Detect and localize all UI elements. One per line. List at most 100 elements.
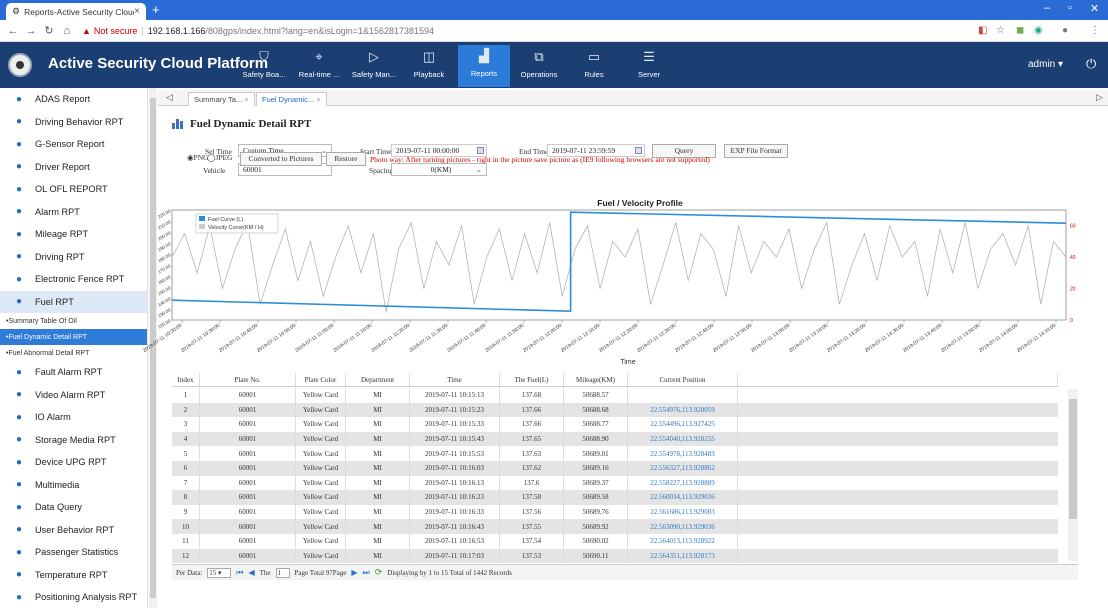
close-tab-icon[interactable]: ×	[134, 6, 140, 17]
home-icon[interactable]: ⌂	[60, 25, 74, 37]
table-scrollbar[interactable]	[1068, 389, 1078, 561]
tabs-next-icon[interactable]: ▷	[1096, 92, 1103, 103]
table-cell: Yellow Card	[296, 402, 346, 418]
table-row[interactable]: 5 60001 Yellow Card MI 2019-07-11 10:15:53 13…	[172, 446, 1058, 461]
table-row[interactable]: 3 60001 Yellow Card MI 2019-07-11 10:15:33 13…	[172, 417, 1058, 432]
minimize-icon[interactable]: –	[1044, 2, 1050, 14]
jpeg-radio[interactable]: ◯JPEG	[207, 153, 233, 162]
sidebar-item[interactable]: ● Driving Behavior RPT	[0, 111, 147, 134]
table-row[interactable]: 2 60001 Yellow Card MI 2019-07-11 10:15:23 13…	[172, 402, 1058, 418]
tab-summary[interactable]: Summary Ta... ×	[188, 92, 255, 106]
nav-real-time[interactable]: ⌖ Real-time ...	[293, 46, 345, 79]
first-page-icon[interactable]: ⏮	[236, 568, 243, 578]
sidebar-item[interactable]: ● Driver Report	[0, 156, 147, 179]
sidebar-item[interactable]: ● G-Sensor Report	[0, 133, 147, 156]
sidebar-item[interactable]: ● IO Alarm	[0, 406, 147, 429]
png-radio[interactable]: ◉PNG	[187, 153, 209, 162]
table-cell: 137.62	[500, 461, 564, 476]
position-link[interactable]: 22.556327,113.928862	[628, 461, 738, 476]
calendar-icon[interactable]	[635, 147, 642, 154]
shield-icon: ⛉	[259, 49, 269, 64]
table-row[interactable]: 9 60001 Yellow Card MI 2019-07-11 10:16:33 13…	[172, 504, 1058, 520]
forward-icon[interactable]: →	[24, 25, 38, 37]
nav-reports[interactable]: ▟ Reports	[458, 45, 510, 87]
column-header[interactable]: Plate No.	[200, 373, 296, 386]
refresh-icon[interactable]: ⟳	[375, 567, 383, 578]
tab-fuel-dynamic[interactable]: Fuel Dynamic... ×	[256, 92, 327, 106]
sidebar-item[interactable]: ● Positioning Analysis RPT	[0, 586, 147, 608]
menu-icon[interactable]: ⋮	[1090, 25, 1100, 36]
position-link[interactable]: 22.564013,113.928922	[628, 534, 738, 549]
restore-button[interactable]: Restore	[326, 152, 366, 166]
table-row[interactable]: 12 60001 Yellow Card MI 2019-07-11 10:17:03 1…	[172, 548, 1058, 564]
nav-rules[interactable]: ▭ Rules	[568, 46, 620, 79]
column-header[interactable]: Current Position	[628, 373, 738, 386]
column-header[interactable]: Mileage(KM)	[564, 373, 628, 386]
profile-icon[interactable]: ●	[1062, 25, 1068, 36]
position-link[interactable]: 22.554496,113.927425	[628, 417, 738, 432]
maximize-icon[interactable]: ▫	[1068, 2, 1072, 14]
reload-icon[interactable]: ↻	[42, 24, 56, 37]
sidebar-item[interactable]: ● ADAS Report	[0, 88, 147, 111]
nav-server[interactable]: ☰ Server	[623, 46, 675, 79]
position-link[interactable]: 22.563090,113.929036	[628, 519, 738, 534]
extension2-icon[interactable]: ◉	[1034, 25, 1043, 36]
position-link[interactable]: 22.560034,113.929036	[628, 490, 738, 505]
sidebar-item[interactable]: ● Storage Media RPT	[0, 429, 147, 452]
back-icon[interactable]: ←	[6, 25, 20, 37]
position-link[interactable]: 22.554976,113.928059	[628, 402, 738, 418]
tabs-prev-icon[interactable]: ◁	[166, 92, 173, 103]
nav-safety-management[interactable]: ▷ Safety Man...	[348, 46, 400, 79]
convert-to-pictures-button[interactable]: Converted to Pictures	[240, 152, 322, 166]
close-icon[interactable]: ×	[316, 95, 320, 104]
next-page-icon[interactable]: ▶	[351, 568, 357, 577]
sidebar-item[interactable]: ● Data Query	[0, 496, 147, 519]
column-header[interactable]: Department	[346, 373, 410, 386]
table-row[interactable]: 11 60001 Yellow Card MI 2019-07-11 10:16:53 1…	[172, 534, 1058, 549]
calendar-icon[interactable]	[477, 147, 484, 154]
exp-file-format-button[interactable]: EXP File Format	[724, 144, 788, 158]
position-link[interactable]: 22.564351,113.928173	[628, 548, 738, 564]
column-header[interactable]: Plate Color	[296, 373, 346, 386]
sidebar-item[interactable]: ● Temperature RPT	[0, 564, 147, 587]
table-row[interactable]: 10 60001 Yellow Card MI 2019-07-11 10:16:43 1…	[172, 519, 1058, 534]
logout-icon[interactable]: ⏻	[1086, 56, 1096, 72]
close-icon[interactable]: ×	[244, 95, 248, 104]
page-input[interactable]: 1	[275, 567, 290, 578]
position-link[interactable]: 22.554978,113.928483	[628, 446, 738, 461]
last-page-icon[interactable]: ⏭	[363, 568, 370, 578]
table-scroll-thumb[interactable]	[1069, 399, 1077, 519]
spacing-select[interactable]: 0(KM) ⌄	[391, 163, 487, 176]
close-window-icon[interactable]: ✕	[1090, 2, 1099, 15]
sidebar-item[interactable]: ● Passenger Statistics	[0, 541, 147, 564]
sidebar-item[interactable]: ● Device UPG RPT	[0, 451, 147, 474]
table-row[interactable]: 6 60001 Yellow Card MI 2019-07-11 10:16:03 13…	[172, 461, 1058, 476]
position-link[interactable]: 22.554040,113.928255	[628, 431, 738, 447]
table-row[interactable]: 1 60001 Yellow Card MI 2019-07-11 10:15:13 13…	[172, 388, 1058, 403]
table-row[interactable]: 7 60001 Yellow Card MI 2019-07-11 10:16:13 13…	[172, 475, 1058, 491]
column-header[interactable]: The Fuel(L)	[500, 373, 564, 386]
address-bar[interactable]: ← → ↻ ⌂ ▲ Not secure | 192.168.1.166 /80…	[0, 20, 1108, 42]
nav-operations[interactable]: ⧉ Operations	[513, 46, 565, 79]
user-menu[interactable]: admin ▾	[1028, 59, 1063, 70]
position-link[interactable]	[628, 388, 738, 403]
table-row[interactable]: 4 60001 Yellow Card MI 2019-07-11 10:15:43 13…	[172, 431, 1058, 447]
per-data-select[interactable]: 15 ▾	[207, 567, 232, 578]
translate-icon[interactable]: ◧	[978, 25, 987, 36]
column-header[interactable]: Time	[410, 373, 500, 386]
sidebar-item[interactable]: ● User Behavior RPT	[0, 519, 147, 542]
star-icon[interactable]: ☆	[996, 25, 1005, 36]
position-link[interactable]: 22.561686,113.929003	[628, 504, 738, 520]
extension-icon[interactable]: ◼	[1016, 25, 1024, 36]
column-header[interactable]: Index	[172, 373, 200, 386]
new-tab-icon[interactable]: +	[152, 2, 160, 17]
sidebar-item[interactable]: ● Multimedia	[0, 474, 147, 497]
browser-tab[interactable]: ⚙ Reports-Active Security Cloud ×	[6, 3, 146, 20]
position-link[interactable]: 22.558227,113.928889	[628, 475, 738, 491]
nav-safety-board[interactable]: ⛉ Safety Boa...	[238, 46, 290, 79]
table-row[interactable]: 8 60001 Yellow Card MI 2019-07-11 10:16:23 13…	[172, 490, 1058, 505]
sidebar-item[interactable]: ● Video Alarm RPT	[0, 384, 147, 407]
x-tick-label: 2019-07-11 11:50:00	[484, 323, 525, 354]
nav-playback[interactable]: ◫ Playback	[403, 46, 455, 79]
prev-page-icon[interactable]: ◀	[248, 568, 254, 577]
